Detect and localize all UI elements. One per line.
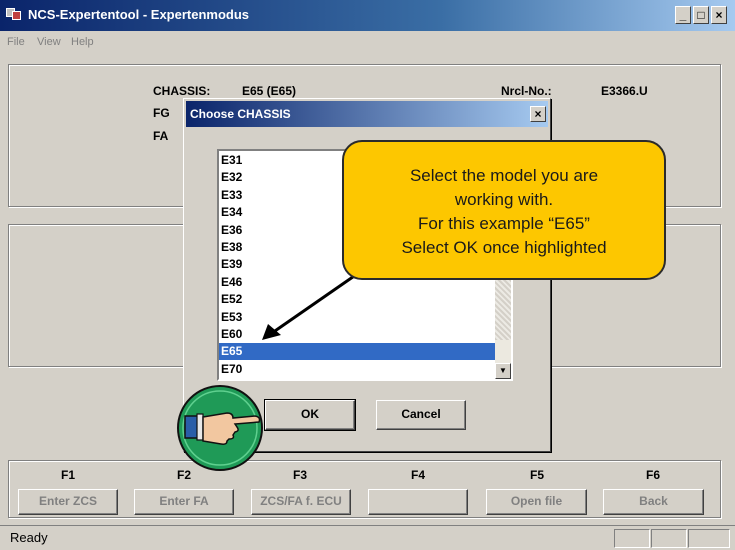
callout-line-2: working with. (454, 190, 554, 209)
fkey-label-f3: F3 (292, 468, 307, 482)
chassis-label: CHASSIS: (153, 84, 211, 98)
maximize-button[interactable]: □ (693, 6, 709, 24)
zcs-fa-ecu-button[interactable]: ZCS/FA f. ECU (251, 489, 351, 515)
list-item-e70[interactable]: E70 (219, 361, 495, 378)
app-icon (6, 8, 22, 21)
minimize-button[interactable]: _ (675, 6, 691, 24)
scroll-down-icon[interactable]: ▼ (495, 363, 511, 379)
fkey-label-f5: F5 (529, 468, 544, 482)
status-panel-1 (614, 529, 650, 548)
instruction-callout: Select the model you are working with. F… (342, 140, 666, 280)
open-file-button[interactable]: Open file (486, 489, 587, 515)
pointing-hand-icon (177, 385, 263, 471)
back-button[interactable]: Back (603, 489, 704, 515)
menu-file[interactable]: File (7, 36, 25, 48)
f4-button[interactable] (368, 489, 468, 515)
nrcl-value: E3366.U (601, 84, 648, 98)
list-item-e60[interactable]: E60 (219, 326, 495, 343)
fkey-label-f1: F1 (60, 468, 75, 482)
enter-fa-button[interactable]: Enter FA (134, 489, 234, 515)
dialog-title-bar: Choose CHASSIS × (186, 101, 548, 127)
enter-zcs-button[interactable]: Enter ZCS (18, 489, 118, 515)
status-panel-3 (688, 529, 730, 548)
list-item-e53[interactable]: E53 (219, 309, 495, 326)
status-panel-2 (651, 529, 687, 548)
callout-line-4: Select OK once highlighted (401, 238, 607, 257)
list-item-e52[interactable]: E52 (219, 291, 495, 308)
cancel-button[interactable]: Cancel (376, 400, 466, 430)
close-button[interactable]: × (711, 6, 727, 24)
fkey-label-f4: F4 (410, 468, 425, 482)
fkey-label-f6: F6 (645, 468, 660, 482)
menu-help[interactable]: Help (71, 36, 94, 48)
fa-label: FA (153, 129, 169, 143)
menu-view[interactable]: View (37, 36, 61, 48)
dialog-title: Choose CHASSIS (190, 107, 291, 121)
scrollbar-thumb[interactable] (495, 276, 511, 340)
callout-line-3: For this example “E65” (418, 214, 590, 233)
menu-bar: File View Help (0, 31, 735, 53)
fg-label: FG (153, 106, 170, 120)
dialog-close-button[interactable]: × (530, 106, 546, 122)
callout-line-1: Select the model you are (409, 166, 599, 185)
ok-button[interactable]: OK (264, 399, 356, 431)
title-bar: NCS-Expertentool - Expertenmodus _ □ × (0, 0, 735, 31)
chassis-value: E65 (E65) (242, 84, 297, 98)
status-bar: Ready (0, 525, 735, 550)
status-text: Ready (10, 530, 48, 545)
window-title: NCS-Expertentool - Expertenmodus (28, 7, 250, 22)
nrcl-label: Nrcl-No.: (501, 84, 552, 98)
list-item-e65[interactable]: E65 (219, 343, 495, 361)
